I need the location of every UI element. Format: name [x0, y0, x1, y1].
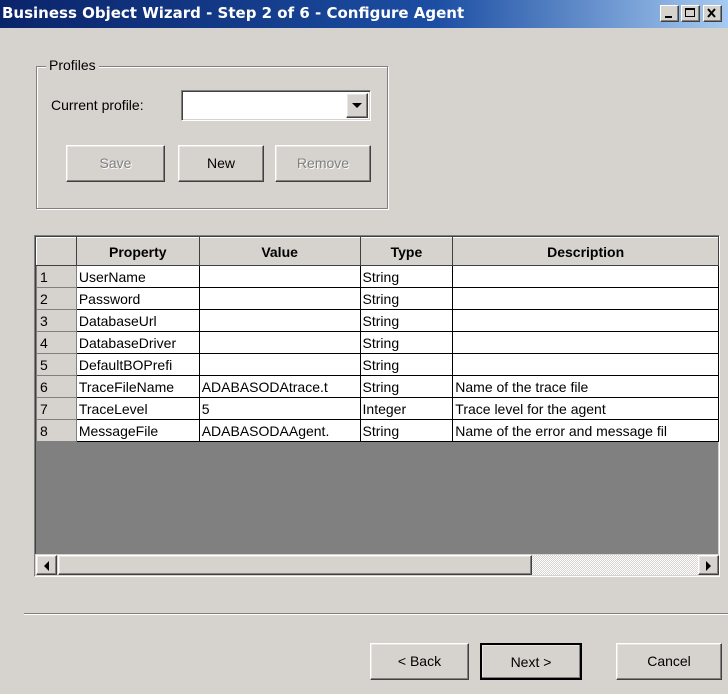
- value-cell[interactable]: [198, 353, 361, 376]
- row-number: 1: [36, 265, 77, 288]
- title-bar[interactable]: Business Object Wizard - Step 2 of 6 - C…: [0, 0, 728, 28]
- scroll-left-button[interactable]: [36, 555, 57, 575]
- dropdown-button[interactable]: [346, 93, 368, 118]
- save-button[interactable]: Save: [66, 145, 165, 182]
- value-cell[interactable]: 5: [198, 397, 361, 420]
- current-profile-label: Current profile:: [51, 97, 144, 113]
- row-number: 4: [36, 331, 77, 354]
- table-row[interactable]: 8 MessageFile ADABASODAAgent. String Nam…: [36, 419, 719, 442]
- remove-button[interactable]: Remove: [275, 145, 371, 182]
- description-cell[interactable]: Trace level for the agent: [452, 397, 719, 420]
- close-icon: [707, 8, 716, 18]
- type-cell[interactable]: String: [359, 353, 454, 376]
- type-cell[interactable]: String: [359, 287, 454, 310]
- table-row[interactable]: 1 UserName String: [36, 265, 719, 288]
- description-cell[interactable]: Name of the trace file: [452, 375, 719, 398]
- maximize-icon: [685, 8, 695, 17]
- scroll-right-icon: [706, 561, 711, 571]
- profiles-group-label: Profiles: [46, 57, 99, 73]
- scrollbar-thumb[interactable]: [58, 555, 532, 575]
- minimize-button[interactable]: [660, 5, 679, 22]
- column-header-type[interactable]: Type: [359, 237, 454, 266]
- close-button[interactable]: [703, 5, 722, 22]
- description-cell[interactable]: [452, 353, 719, 376]
- cancel-button[interactable]: Cancel: [616, 643, 722, 680]
- row-number: 8: [36, 419, 77, 442]
- value-cell[interactable]: [198, 331, 361, 354]
- type-cell[interactable]: String: [359, 265, 454, 288]
- value-cell[interactable]: [198, 287, 361, 310]
- description-cell[interactable]: [452, 331, 719, 354]
- value-cell[interactable]: [198, 309, 361, 332]
- column-header-property[interactable]: Property: [75, 237, 200, 266]
- description-cell[interactable]: Name of the error and message fil: [452, 419, 719, 442]
- row-number: 6: [36, 375, 77, 398]
- row-number: 7: [36, 397, 77, 420]
- value-cell[interactable]: ADABASODAAgent.: [198, 419, 361, 442]
- property-table: Property Value Type Description 1 UserNa…: [36, 237, 719, 442]
- property-cell[interactable]: DatabaseUrl: [75, 309, 200, 332]
- footer-separator: [24, 613, 728, 615]
- property-cell[interactable]: DatabaseDriver: [75, 331, 200, 354]
- chevron-down-icon: [352, 103, 362, 108]
- table-row[interactable]: 4 DatabaseDriver String: [36, 331, 719, 354]
- column-header-description[interactable]: Description: [452, 237, 719, 266]
- property-cell[interactable]: UserName: [75, 265, 200, 288]
- table-row[interactable]: 5 DefaultBOPrefi String: [36, 353, 719, 376]
- row-number: 2: [36, 287, 77, 310]
- header-row: Property Value Type Description: [36, 237, 719, 266]
- type-cell[interactable]: String: [359, 419, 454, 442]
- table-row[interactable]: 2 Password String: [36, 287, 719, 310]
- current-profile-dropdown[interactable]: [181, 90, 371, 121]
- horizontal-scrollbar[interactable]: [35, 554, 719, 576]
- description-cell[interactable]: [452, 287, 719, 310]
- back-button[interactable]: < Back: [370, 643, 469, 680]
- scroll-left-icon: [44, 561, 49, 571]
- table-row[interactable]: 6 TraceFileName ADABASODAtrace.t String …: [36, 375, 719, 398]
- description-cell[interactable]: [452, 265, 719, 288]
- property-cell[interactable]: MessageFile: [75, 419, 200, 442]
- property-cell[interactable]: TraceLevel: [75, 397, 200, 420]
- property-grid[interactable]: Property Value Type Description 1 UserNa…: [34, 235, 720, 577]
- maximize-button[interactable]: [681, 5, 700, 22]
- scroll-right-button[interactable]: [698, 555, 719, 575]
- row-number: 5: [36, 353, 77, 376]
- table-row[interactable]: 7 TraceLevel 5 Integer Trace level for t…: [36, 397, 719, 420]
- property-cell[interactable]: Password: [75, 287, 200, 310]
- type-cell[interactable]: String: [359, 309, 454, 332]
- row-number: 3: [36, 309, 77, 332]
- table-row[interactable]: 3 DatabaseUrl String: [36, 309, 719, 332]
- scrollbar-track[interactable]: [532, 555, 698, 575]
- value-cell[interactable]: ADABASODAtrace.t: [198, 375, 361, 398]
- type-cell[interactable]: String: [359, 331, 454, 354]
- next-button[interactable]: Next >: [480, 643, 582, 680]
- minimize-icon: [665, 16, 672, 18]
- new-button[interactable]: New: [178, 145, 264, 182]
- description-cell[interactable]: [452, 309, 719, 332]
- type-cell[interactable]: String: [359, 375, 454, 398]
- corner-header: [36, 237, 77, 266]
- value-cell[interactable]: [198, 265, 361, 288]
- type-cell[interactable]: Integer: [359, 397, 454, 420]
- window-title: Business Object Wizard - Step 2 of 6 - C…: [2, 4, 465, 22]
- column-header-value[interactable]: Value: [198, 237, 361, 266]
- profiles-group: [36, 66, 388, 209]
- property-cell[interactable]: TraceFileName: [75, 375, 200, 398]
- property-cell[interactable]: DefaultBOPrefi: [75, 353, 200, 376]
